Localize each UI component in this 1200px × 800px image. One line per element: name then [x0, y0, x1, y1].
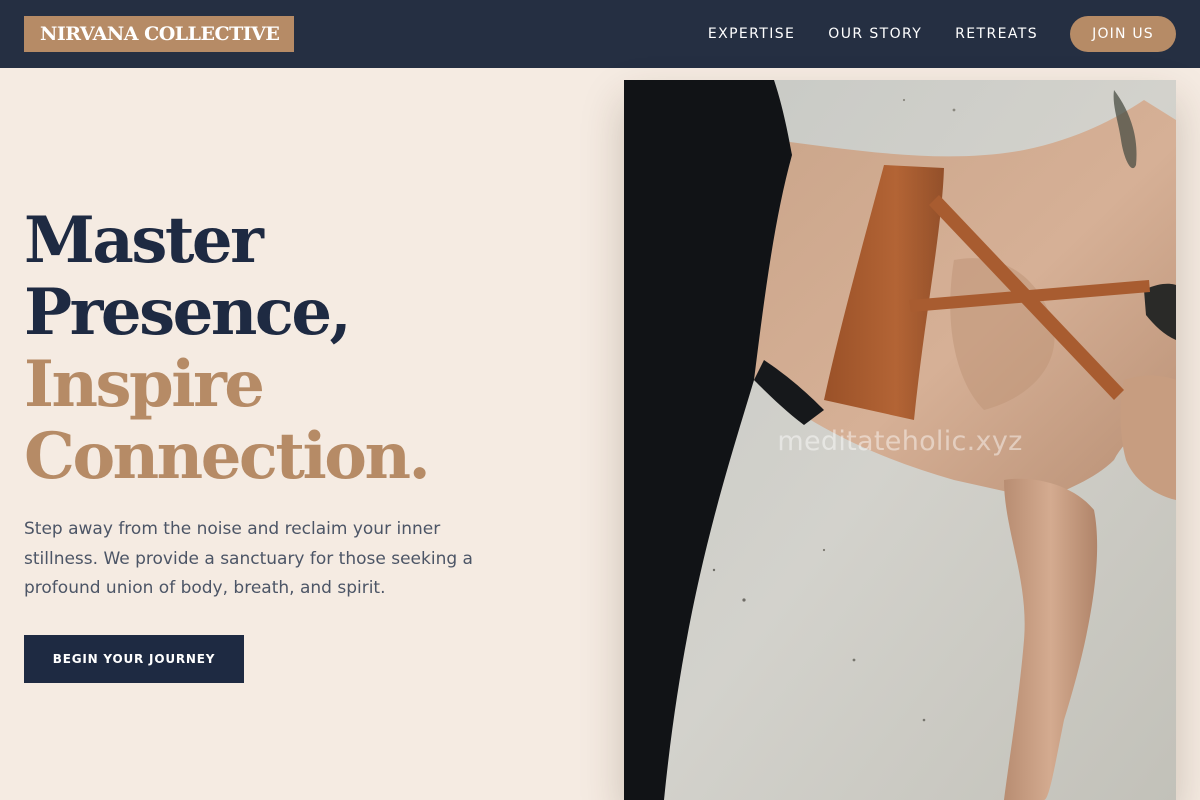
brand-logo[interactable]: NIRVANA COLLECTIVE	[24, 16, 295, 52]
hero-heading-line-4: Connection.	[24, 419, 431, 494]
hero-heading-line-1: Master	[24, 203, 264, 278]
begin-journey-button[interactable]: BEGIN YOUR JOURNEY	[24, 635, 244, 683]
join-us-button[interactable]: JOIN US	[1070, 16, 1176, 52]
image-watermark: meditateholic.xyz	[777, 426, 1023, 457]
nav-link-retreats[interactable]: RETREATS	[955, 26, 1038, 42]
hero-heading-line-3: Inspire	[24, 347, 265, 422]
hero-photo: meditateholic.xyz	[624, 80, 1176, 800]
top-navbar: NIRVANA COLLECTIVE EXPERTISE OUR STORY R…	[0, 0, 1200, 68]
nav-link-expertise[interactable]: EXPERTISE	[708, 26, 795, 42]
hero-heading-line-2: Presence,	[24, 275, 352, 350]
hero-heading: Master Presence, Inspire Connection.	[24, 203, 431, 494]
hero-description: Step away from the noise and reclaim you…	[24, 519, 473, 598]
main-nav: EXPERTISE OUR STORY RETREATS JOIN US	[708, 16, 1176, 52]
nav-link-our-story[interactable]: OUR STORY	[828, 26, 922, 42]
